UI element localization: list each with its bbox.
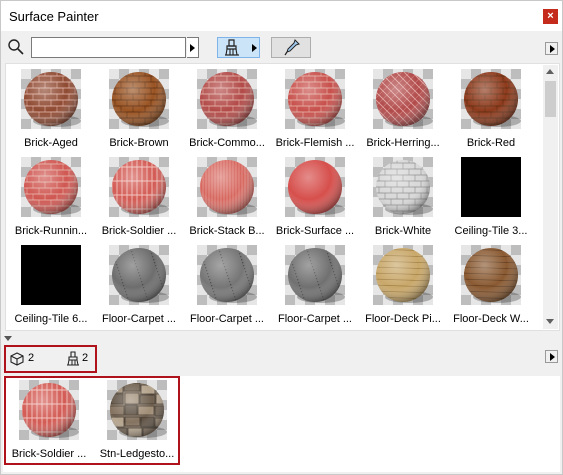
material-tile[interactable]: Floor-Deck W... xyxy=(447,241,533,329)
material-label: Brick-Commo... xyxy=(189,137,265,149)
material-thumbnail xyxy=(21,245,81,305)
material-label: Floor-Deck Pi... xyxy=(365,313,441,325)
material-tile[interactable]: Stn-Ledgesto... xyxy=(93,376,179,464)
material-thumbnail xyxy=(285,69,345,129)
material-thumbnail xyxy=(373,157,433,217)
material-label: Brick-Flemish ... xyxy=(275,137,355,149)
material-tile[interactable]: Floor-Carpet ... xyxy=(95,241,181,329)
material-tile[interactable]: Brick-White xyxy=(359,153,445,241)
collapse-triangle-icon[interactable] xyxy=(4,336,12,341)
material-tile[interactable]: Brick-Surface ... xyxy=(271,153,357,241)
scroll-down-icon[interactable] xyxy=(546,319,554,324)
material-label: Brick-White xyxy=(374,225,432,237)
material-tile[interactable]: Brick-Aged xyxy=(7,65,93,153)
material-tile[interactable]: Brick-Red xyxy=(447,65,533,153)
selection-counts: 2 2 xyxy=(4,345,97,373)
material-tile[interactable]: Brick-Flemish ... xyxy=(271,65,357,153)
material-thumbnail xyxy=(19,380,79,440)
material-thumbnail xyxy=(285,245,345,305)
material-thumbnail xyxy=(461,69,521,129)
material-thumbnail xyxy=(197,245,257,305)
material-thumbnail xyxy=(373,245,433,305)
material-label: Floor-Deck W... xyxy=(453,313,529,325)
surface-count: 2 xyxy=(82,352,89,364)
selected-surfaces-panel: Brick-Soldier ... Stn-Ledgesto... xyxy=(3,376,560,472)
scroll-up-icon[interactable] xyxy=(546,69,554,74)
material-tile[interactable]: Floor-Carpet ... xyxy=(271,241,357,329)
material-tile[interactable]: Brick-Runnin... xyxy=(7,153,93,241)
material-label: Brick-Runnin... xyxy=(14,225,88,237)
material-tile[interactable]: Brick-Stack B... xyxy=(183,153,269,241)
material-thumbnail xyxy=(373,69,433,129)
scroll-thumb[interactable] xyxy=(545,81,556,117)
window-title: Surface Painter xyxy=(9,9,99,24)
material-tile[interactable]: Floor-Carpet ... xyxy=(183,241,269,329)
chevron-right-icon xyxy=(252,44,257,52)
paint-brush-icon xyxy=(225,39,239,56)
material-tile[interactable]: Floor-Deck Pi... xyxy=(359,241,445,329)
material-label: Brick-Herring... xyxy=(366,137,440,149)
vertical-scrollbar[interactable] xyxy=(543,65,558,329)
material-label: Ceiling-Tile 3... xyxy=(454,225,528,237)
paint-mode-button[interactable] xyxy=(217,37,260,58)
material-thumbnail xyxy=(285,157,345,217)
eyedropper-button[interactable] xyxy=(271,37,311,58)
material-label: Floor-Carpet ... xyxy=(278,313,352,325)
material-label: Brick-Aged xyxy=(24,137,78,149)
eyedropper-icon xyxy=(284,39,300,56)
material-thumbnail xyxy=(21,69,81,129)
toolbar xyxy=(1,35,562,61)
paint-brush-icon xyxy=(67,351,79,366)
search-icon xyxy=(8,39,24,55)
material-label: Brick-Surface ... xyxy=(275,225,355,237)
top-panel-menu-arrow[interactable] xyxy=(545,42,558,55)
material-label: Brick-Soldier ... xyxy=(11,448,87,460)
material-tile[interactable]: Ceiling-Tile 6... xyxy=(7,241,93,329)
surface-painter-window: Surface Painter × Brick-Aged Brick-Brown… xyxy=(0,0,563,475)
search-options-arrow[interactable] xyxy=(187,37,199,58)
material-thumbnail xyxy=(109,245,169,305)
material-label: Brick-Stack B... xyxy=(189,225,265,237)
search-input[interactable] xyxy=(31,37,186,58)
material-thumbnail xyxy=(197,69,257,129)
material-label: Floor-Carpet ... xyxy=(190,313,264,325)
material-tile[interactable]: Brick-Herring... xyxy=(359,65,445,153)
material-tile[interactable]: Brick-Brown xyxy=(95,65,181,153)
close-button[interactable]: × xyxy=(543,9,558,24)
material-tile[interactable]: Brick-Soldier ... xyxy=(5,376,91,464)
material-thumbnail xyxy=(109,157,169,217)
material-label: Brick-Red xyxy=(466,137,516,149)
material-thumbnail xyxy=(197,157,257,217)
material-grid: Brick-Aged Brick-Brown Brick-Commo... Brick… xyxy=(5,63,560,331)
material-tile[interactable]: Brick-Commo... xyxy=(183,65,269,153)
material-thumbnail xyxy=(107,380,167,440)
material-label: Stn-Ledgesto... xyxy=(99,448,175,460)
material-thumbnail xyxy=(21,157,81,217)
title-bar: Surface Painter × xyxy=(1,1,562,31)
material-label: Floor-Carpet ... xyxy=(102,313,176,325)
material-tile[interactable]: Brick-Soldier ... xyxy=(95,153,181,241)
material-thumbnail xyxy=(461,245,521,305)
cube-icon xyxy=(10,352,24,366)
element-count: 2 xyxy=(28,352,35,364)
material-thumbnail xyxy=(109,69,169,129)
panel-splitter[interactable] xyxy=(1,334,562,342)
material-thumbnail xyxy=(461,157,521,217)
material-label: Brick-Brown xyxy=(109,137,169,149)
material-tile[interactable]: Ceiling-Tile 3... xyxy=(447,153,533,241)
bottom-panel-menu-arrow[interactable] xyxy=(545,350,558,363)
material-label: Brick-Soldier ... xyxy=(101,225,177,237)
material-label: Ceiling-Tile 6... xyxy=(14,313,88,325)
